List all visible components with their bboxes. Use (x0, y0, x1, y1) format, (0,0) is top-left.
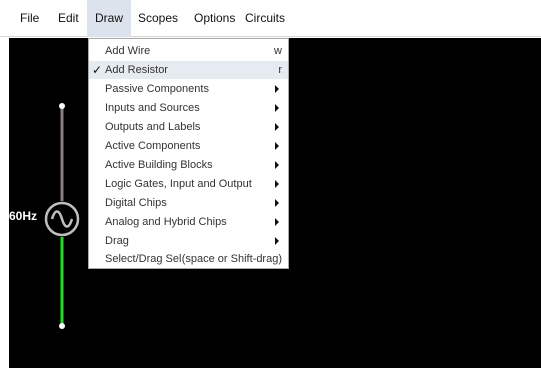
submenu-arrow-icon (275, 180, 279, 188)
menu-item-label: Digital Chips (105, 197, 167, 209)
menu-item-digital-chips[interactable]: Digital Chips (89, 194, 288, 212)
menu-file[interactable]: File (12, 0, 47, 37)
menu-item-label: Drag (105, 235, 129, 247)
menu-item-add-resistor[interactable]: ✓ Add Resistor r (89, 61, 288, 79)
menu-item-active-building-blocks[interactable]: Active Building Blocks (89, 156, 288, 174)
node-top[interactable] (59, 103, 65, 109)
menu-item-select-drag-sel[interactable]: Select/Drag Sel (space or Shift-drag) (89, 250, 288, 268)
menu-item-add-wire[interactable]: Add Wire w (89, 42, 288, 60)
menu-item-analog-hybrid-chips[interactable]: Analog and Hybrid Chips (89, 213, 288, 231)
menu-bar: File Edit Draw Scopes Options Circuits (0, 0, 541, 37)
submenu-arrow-icon (275, 104, 279, 112)
node-bottom[interactable] (59, 323, 65, 329)
menu-item-label: Analog and Hybrid Chips (105, 216, 227, 228)
menu-item-logic-gates[interactable]: Logic Gates, Input and Output (89, 175, 288, 193)
menu-item-label: Select/Drag Sel (105, 253, 182, 265)
menu-item-shortcut: r (278, 64, 282, 76)
menu-item-outputs-and-labels[interactable]: Outputs and Labels (89, 118, 288, 136)
menu-item-shortcut: (space or Shift-drag) (181, 253, 282, 265)
sine-wave-icon (50, 210, 74, 228)
checkmark-icon: ✓ (92, 63, 103, 77)
menu-item-label: Add Wire (105, 45, 151, 57)
menu-item-shortcut: w (274, 45, 282, 57)
menu-item-drag[interactable]: Drag (89, 232, 288, 250)
menu-item-label: Active Components (105, 140, 201, 152)
menu-item-label: Add Resistor (105, 64, 168, 76)
menu-item-label: Inputs and Sources (105, 102, 200, 114)
submenu-arrow-icon (275, 123, 279, 131)
menu-draw[interactable]: Draw (87, 0, 132, 37)
submenu-arrow-icon (275, 142, 279, 150)
menu-item-label: Active Building Blocks (105, 159, 213, 171)
menu-edit[interactable]: Edit (50, 0, 87, 37)
menu-item-active-components[interactable]: Active Components (89, 137, 288, 155)
menu-item-inputs-and-sources[interactable]: Inputs and Sources (89, 99, 288, 117)
menu-item-label: Outputs and Labels (105, 121, 201, 133)
menu-item-passive-components[interactable]: Passive Components (89, 80, 288, 98)
submenu-arrow-icon (275, 85, 279, 93)
source-frequency-label: 60Hz (9, 209, 38, 223)
submenu-arrow-icon (275, 161, 279, 169)
menu-circuits[interactable]: Circuits (237, 0, 293, 37)
submenu-arrow-icon (275, 218, 279, 226)
menu-options[interactable]: Options (186, 0, 243, 37)
menu-scopes[interactable]: Scopes (130, 0, 186, 37)
draw-dropdown-menu: Add Wire w ✓ Add Resistor r Passive Comp… (88, 38, 289, 269)
menu-item-label: Passive Components (105, 83, 209, 95)
menu-item-label: Logic Gates, Input and Output (105, 178, 252, 190)
submenu-arrow-icon (275, 199, 279, 207)
submenu-arrow-icon (275, 237, 279, 245)
